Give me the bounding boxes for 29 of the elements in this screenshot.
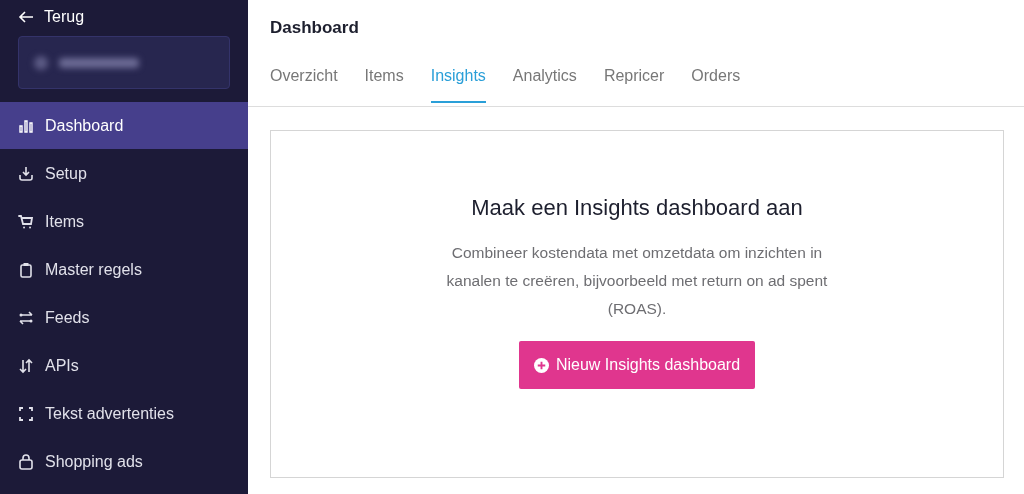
sidebar-item[interactable]: Shopping ads <box>0 438 248 485</box>
bag-icon <box>18 453 34 470</box>
tab[interactable]: Repricer <box>603 64 665 103</box>
plus-circle-icon <box>533 357 549 373</box>
sidebar-item[interactable]: Setup <box>0 150 248 197</box>
account-selector[interactable] <box>18 36 230 89</box>
sidebar-item[interactable]: Tekst advertenties <box>0 390 248 437</box>
frame-corners-icon <box>18 405 34 422</box>
tab[interactable]: Overzicht <box>270 64 338 103</box>
sidebar-item[interactable]: Feeds <box>0 294 248 341</box>
empty-state-description: Combineer kostendata met omzetdata om inzichten in kanalen te creëren, bijvoorbeeld met return on ad spent (ROAS). <box>445 243 829 319</box>
page-title: Dashboard <box>269 17 360 39</box>
download-icon <box>18 165 34 182</box>
arrow-left-icon <box>18 9 34 25</box>
sidebar-item[interactable]: Master regels <box>0 246 248 293</box>
empty-state-heading: Maak een Insights dashboard aan <box>471 195 803 221</box>
sidebar-item[interactable]: Items <box>0 198 248 245</box>
new-dashboard-button[interactable]: Nieuw Insights dashboard <box>518 341 756 389</box>
back-link[interactable]: Terug <box>0 0 103 24</box>
up-down-arrows-icon <box>18 357 34 374</box>
tab[interactable]: Analytics <box>512 64 577 103</box>
tab[interactable]: Orders <box>691 64 741 103</box>
sidebar-item[interactable]: Dashboard <box>0 102 248 149</box>
swap-arrows-icon <box>18 309 34 326</box>
sidebar-item[interactable]: APIs <box>0 342 248 389</box>
clipboard-icon <box>18 261 34 278</box>
bar-chart-icon <box>18 117 34 134</box>
cart-icon <box>18 213 34 230</box>
tab[interactable]: Items <box>364 64 404 103</box>
